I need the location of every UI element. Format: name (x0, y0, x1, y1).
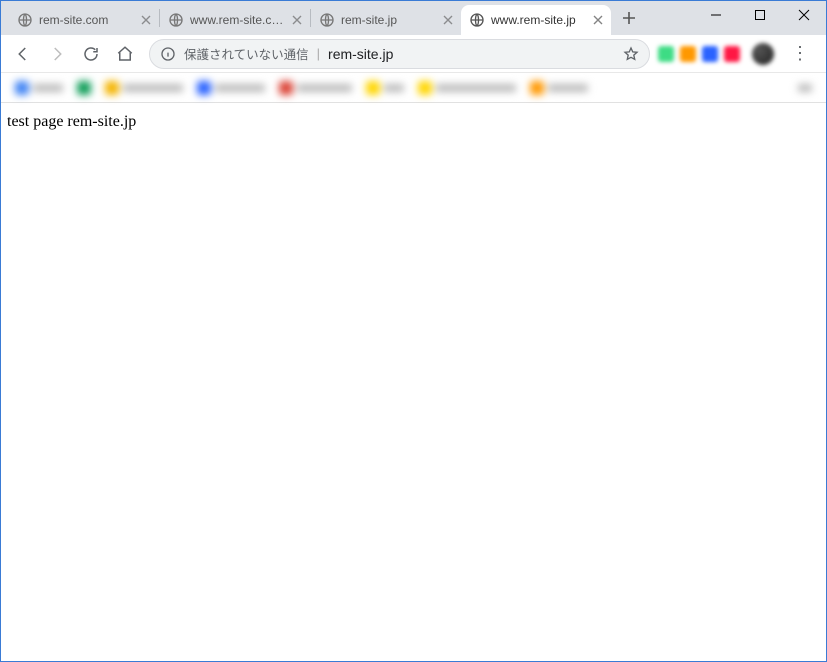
back-button[interactable] (7, 39, 39, 69)
close-icon[interactable] (141, 15, 151, 25)
minimize-button[interactable] (694, 1, 738, 29)
window-controls (694, 1, 826, 29)
tab-3-active[interactable]: www.rem-site.jp (461, 5, 611, 35)
globe-icon (469, 12, 485, 28)
bookmark-star-icon[interactable] (623, 46, 639, 62)
close-window-button[interactable] (782, 1, 826, 29)
tab-strip: rem-site.com www.rem-site.c… (9, 1, 643, 35)
extensions-area: ⋮ (658, 43, 820, 65)
tab-0[interactable]: rem-site.com (9, 5, 159, 35)
new-tab-button[interactable] (615, 4, 643, 32)
reload-button[interactable] (75, 39, 107, 69)
tab-title: rem-site.com (39, 13, 135, 27)
globe-icon (319, 12, 335, 28)
address-bar[interactable]: 保護されていない通信 | rem-site.jp (149, 39, 650, 69)
info-icon[interactable] (160, 46, 176, 62)
omnibox-separator: | (317, 46, 320, 61)
security-status-text: 保護されていない通信 (184, 44, 309, 63)
maximize-button[interactable] (738, 1, 782, 29)
extension-icon[interactable] (724, 46, 740, 62)
forward-button[interactable] (41, 39, 73, 69)
close-icon[interactable] (292, 15, 302, 25)
titlebar: rem-site.com www.rem-site.c… (1, 1, 826, 35)
page-body-text: test page rem-site.jp (7, 113, 136, 130)
tab-2[interactable]: rem-site.jp (311, 5, 461, 35)
close-icon[interactable] (593, 15, 603, 25)
close-icon[interactable] (443, 15, 453, 25)
extension-icon[interactable] (658, 46, 674, 62)
profile-avatar[interactable] (752, 43, 774, 65)
bookmark-bar (1, 73, 826, 103)
globe-icon (168, 12, 184, 28)
globe-icon (17, 12, 33, 28)
toolbar: 保護されていない通信 | rem-site.jp ⋮ (1, 35, 826, 73)
extension-icon[interactable] (702, 46, 718, 62)
menu-button[interactable]: ⋮ (786, 43, 814, 64)
page-content: test page rem-site.jp (1, 103, 826, 661)
home-button[interactable] (109, 39, 141, 69)
extension-icon[interactable] (680, 46, 696, 62)
url-text: rem-site.jp (328, 46, 615, 62)
tab-title: www.rem-site.jp (491, 13, 587, 27)
tab-1[interactable]: www.rem-site.c… (160, 5, 310, 35)
tab-title: rem-site.jp (341, 13, 437, 27)
tab-title: www.rem-site.c… (190, 13, 286, 27)
browser-window: rem-site.com www.rem-site.c… (0, 0, 827, 662)
bookmark-bar-blurred-content (1, 73, 826, 102)
